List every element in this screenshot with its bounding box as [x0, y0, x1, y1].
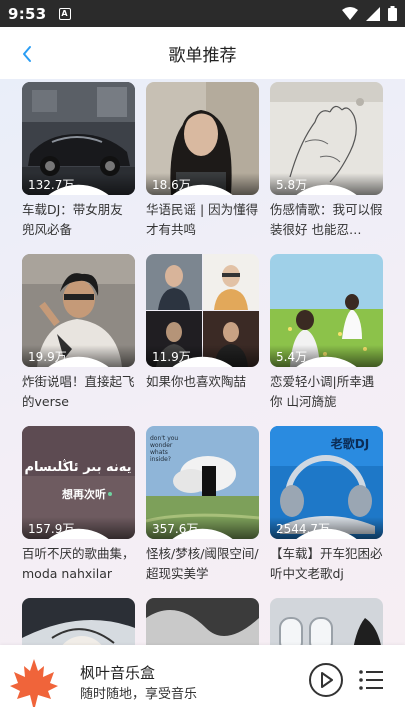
headphones-icon — [48, 528, 109, 539]
playlist-title: 【车载】开车犯困必听中文老歌dj — [270, 546, 383, 581]
cover-uyghur-text: يەنە بىر ئاڭلىسام — [24, 459, 131, 475]
playlist-title: 恋爱轻小调|所幸遇你 山河旖旎 — [270, 374, 375, 409]
back-button[interactable] — [12, 39, 42, 69]
playlist-card[interactable]: 老歌DJ 2544.7万 【车载】开车犯困必听中文老歌dj — [270, 426, 383, 584]
playlist-card[interactable] — [270, 598, 383, 645]
playlist-cover: يەنە بىر ئاڭلىسام 想再次听 157.9万 — [22, 426, 135, 539]
playlist-card[interactable]: 18.6万 华语民谣 | 因为懂得才有共鸣 — [146, 82, 259, 240]
player-info: 枫叶音乐盒 随时随地，享受音乐 — [80, 663, 197, 705]
play-count: 2544.7万 — [270, 517, 383, 539]
cover-question-line-2: wonder — [150, 442, 173, 449]
playlist-cover: don't you wonder whats inside? 357.6万 — [146, 426, 259, 539]
playlist-title: 百听不厌的歌曲集，moda nahxilar — [22, 546, 135, 581]
playlist-cover — [22, 598, 135, 645]
play-count: 18.6万 — [146, 173, 259, 195]
wifi-icon — [342, 7, 358, 20]
player-title: 枫叶音乐盒 — [80, 664, 156, 682]
playlist-card[interactable] — [146, 598, 259, 645]
headphones-icon — [296, 528, 357, 539]
playlist-cover: 132.7万 — [22, 82, 135, 195]
playlist-card[interactable]: don't you wonder whats inside? 357.6万 怪核… — [146, 426, 259, 584]
playlist-grid: 132.7万 车载DJ：带女朋友兜风必备 18.6万 华语民谣 | 因为懂得才有… — [22, 82, 384, 645]
cover-question-line-4: inside? — [150, 456, 171, 463]
playlist-cover: 19.9万 — [22, 254, 135, 367]
headphones-icon — [172, 356, 233, 367]
playlist-cover: 5.4万 — [270, 254, 383, 367]
status-bar: 9:53 A — [0, 0, 405, 27]
signal-icon — [366, 6, 380, 21]
player-subtitle: 随时随地，享受音乐 — [80, 687, 198, 702]
maple-leaf-logo — [10, 659, 58, 707]
page-title: 歌单推荐 — [168, 45, 237, 66]
headphones-icon — [48, 356, 109, 367]
play-count: 19.9万 — [22, 345, 135, 367]
playlist-cover: 18.6万 — [146, 82, 259, 195]
playlist-card[interactable]: 5.8万 伤感情歌：我可以假装很好 也能忍… — [270, 82, 383, 240]
cover-question-line-1: don't you — [150, 435, 178, 442]
cover-dj-label: 老歌DJ — [331, 436, 369, 451]
playlist-cover — [146, 598, 259, 645]
play-count: 357.6万 — [146, 517, 259, 539]
play-icon — [321, 672, 333, 688]
playlist-title: 华语民谣 | 因为懂得才有共鸣 — [146, 202, 259, 237]
headphones-icon — [172, 184, 233, 195]
cover-question-line-3: whats — [150, 449, 168, 456]
app-header: 歌单推荐 — [0, 27, 405, 79]
playlist-card[interactable]: 5.4万 恋爱轻小调|所幸遇你 山河旖旎 — [270, 254, 383, 412]
playlist-queue-button[interactable] — [358, 667, 384, 693]
playlist-card[interactable]: يەنە بىر ئاڭلىسام 想再次听 157.9万 百听不厌的歌曲集，m… — [22, 426, 135, 584]
playlist-cover — [270, 598, 383, 645]
play-count: 5.4万 — [270, 345, 383, 367]
notification-icon: A — [58, 7, 71, 20]
ink-cover-image — [146, 598, 259, 645]
headphones-icon — [48, 184, 109, 195]
play-count: 11.9万 — [146, 345, 259, 367]
playlist-content[interactable]: 132.7万 车载DJ：带女朋友兜风必备 18.6万 华语民谣 | 因为懂得才有… — [0, 79, 405, 645]
status-time: 9:53 — [8, 4, 47, 23]
playlist-title: 怪核/梦核/阈限空间/超现实美学 — [146, 546, 259, 581]
playlist-card[interactable]: 11.9万 如果你也喜欢陶喆 — [146, 254, 259, 412]
playlist-cover: 11.9万 — [146, 254, 259, 367]
playlist-title: 伤感情歌：我可以假装很好 也能忍… — [270, 202, 383, 237]
playlist-cover: 老歌DJ 2544.7万 — [270, 426, 383, 539]
playlist-card[interactable] — [22, 598, 135, 645]
headphones-icon — [296, 356, 357, 367]
playlist-card[interactable]: 132.7万 车载DJ：带女朋友兜风必备 — [22, 82, 135, 240]
play-count: 157.9万 — [22, 517, 135, 539]
battery-icon — [388, 6, 397, 21]
play-count: 132.7万 — [22, 173, 135, 195]
mini-player[interactable]: 枫叶音乐盒 随时随地，享受音乐 — [0, 645, 405, 720]
status-icons — [342, 6, 397, 21]
playlist-title: 如果你也喜欢陶喆 — [146, 374, 247, 389]
list-icon — [359, 670, 383, 690]
headphones-icon — [172, 528, 233, 539]
playlist-cover: 5.8万 — [270, 82, 383, 195]
playlist-title: 车载DJ：带女朋友兜风必备 — [22, 202, 123, 237]
playlist-card[interactable]: 19.9万 炸街说唱！直接起飞的verse — [22, 254, 135, 412]
airplane-window-cover-image — [270, 598, 383, 645]
play-button[interactable] — [309, 663, 343, 697]
playlist-title: 炸街说唱！直接起飞的verse — [22, 374, 135, 409]
cover-chinese-text: 想再次听 — [61, 487, 106, 501]
play-count: 5.8万 — [270, 173, 383, 195]
chevron-left-icon — [23, 46, 31, 62]
anime-cover-image — [22, 598, 135, 645]
headphones-icon — [296, 184, 357, 195]
